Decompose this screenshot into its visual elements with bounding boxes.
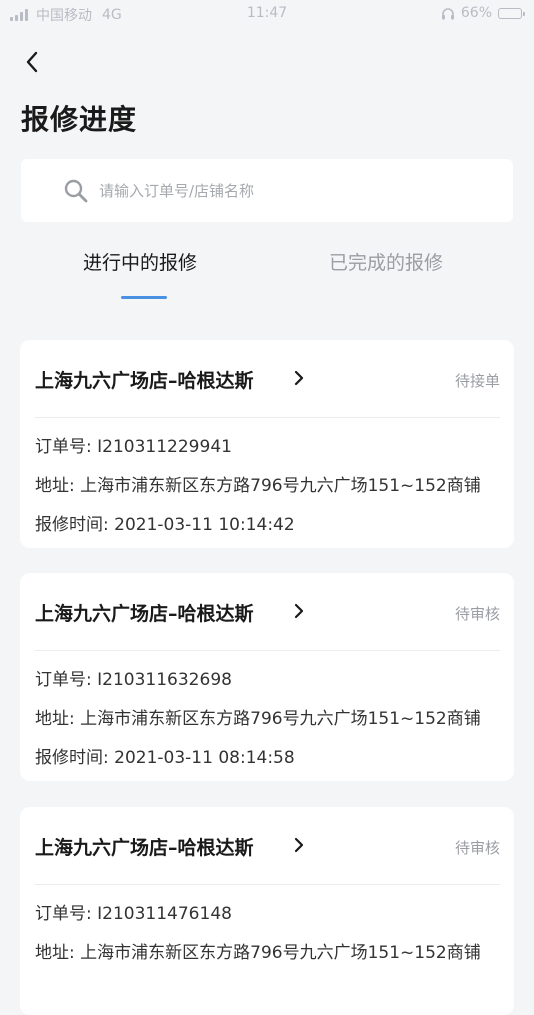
repair-order-card[interactable]: 上海九六广场店–哈根达斯 待接单 订单号: I210311229941 地址: … xyxy=(20,340,514,548)
chevron-right-icon xyxy=(294,837,304,853)
card-header: 上海九六广场店–哈根达斯 待审核 xyxy=(20,573,514,650)
order-address: 地址: 上海市浦东新区东方路796号九六广场151~152商铺 xyxy=(35,704,481,729)
order-number: 订单号: I210311229941 xyxy=(35,432,232,457)
page-title: 报修进度 xyxy=(21,103,138,136)
status-right: 66% xyxy=(441,5,525,21)
card-divider xyxy=(35,884,500,885)
order-number-value: I210311476148 xyxy=(97,904,232,924)
card-divider xyxy=(35,650,500,651)
chevron-right-icon xyxy=(294,370,304,386)
tab-bar: 进行中的报修 已完成的报修 xyxy=(0,248,534,308)
repair-time: 报修时间: 2021-03-11 10:14:42 xyxy=(35,510,295,535)
repair-time: 报修时间: 2021-03-11 08:14:58 xyxy=(35,743,295,768)
address-value: 上海市浦东新区东方路796号九六广场151~152商铺 xyxy=(80,709,481,729)
search-input[interactable] xyxy=(99,181,479,200)
order-number-value: I210311632698 xyxy=(97,670,232,690)
headphones-icon xyxy=(441,7,454,19)
repair-order-card[interactable]: 上海九六广场店–哈根达斯 待审核 订单号: I210311476148 地址: … xyxy=(20,807,514,1015)
chevron-right-icon xyxy=(294,603,304,619)
address-label: 地址: xyxy=(35,476,81,496)
search-icon xyxy=(64,179,88,202)
order-status: 待接单 xyxy=(454,372,500,390)
address-value: 上海市浦东新区东方路796号九六广场151~152商铺 xyxy=(80,943,481,963)
address-label: 地址: xyxy=(35,709,81,729)
order-status: 待审核 xyxy=(454,605,500,623)
card-header: 上海九六广场店–哈根达斯 待接单 xyxy=(20,340,514,417)
order-number-label: 订单号: xyxy=(35,437,98,457)
card-divider xyxy=(35,417,500,418)
repair-time-label: 报修时间: xyxy=(35,748,115,768)
address-label: 地址: xyxy=(35,943,81,963)
address-value: 上海市浦东新区东方路796号九六广场151~152商铺 xyxy=(80,476,481,496)
order-number: 订单号: I210311632698 xyxy=(35,665,232,690)
back-button[interactable] xyxy=(18,48,46,76)
order-number-label: 订单号: xyxy=(35,904,98,924)
order-number-label: 订单号: xyxy=(35,670,98,690)
order-address: 地址: 上海市浦东新区东方路796号九六广场151~152商铺 xyxy=(35,938,481,963)
search-bar[interactable] xyxy=(21,159,513,222)
shop-name: 上海九六广场店–哈根达斯 xyxy=(35,370,254,392)
battery-icon xyxy=(498,7,525,19)
order-number-value: I210311229941 xyxy=(97,437,232,457)
battery-percent: 66% xyxy=(460,5,492,21)
repair-time-value: 2021-03-11 10:14:42 xyxy=(114,515,295,535)
tab-in-progress[interactable]: 进行中的报修 xyxy=(83,248,197,275)
repair-time-value: 2021-03-11 08:14:58 xyxy=(114,748,295,768)
shop-name: 上海九六广场店–哈根达斯 xyxy=(35,603,254,625)
tab-completed[interactable]: 已完成的报修 xyxy=(329,248,443,275)
active-tab-indicator xyxy=(121,296,167,299)
order-status: 待审核 xyxy=(454,839,500,857)
order-number: 订单号: I210311476148 xyxy=(35,899,232,924)
repair-order-card[interactable]: 上海九六广场店–哈根达斯 待审核 订单号: I210311632698 地址: … xyxy=(20,573,514,781)
status-bar: 中国移动 4G 11:47 66% xyxy=(0,0,534,28)
shop-name: 上海九六广场店–哈根达斯 xyxy=(35,837,254,859)
repair-time-label: 报修时间: xyxy=(35,515,115,535)
card-header: 上海九六广场店–哈根达斯 待审核 xyxy=(20,807,514,884)
order-address: 地址: 上海市浦东新区东方路796号九六广场151~152商铺 xyxy=(35,471,481,496)
chevron-left-icon xyxy=(26,51,38,73)
